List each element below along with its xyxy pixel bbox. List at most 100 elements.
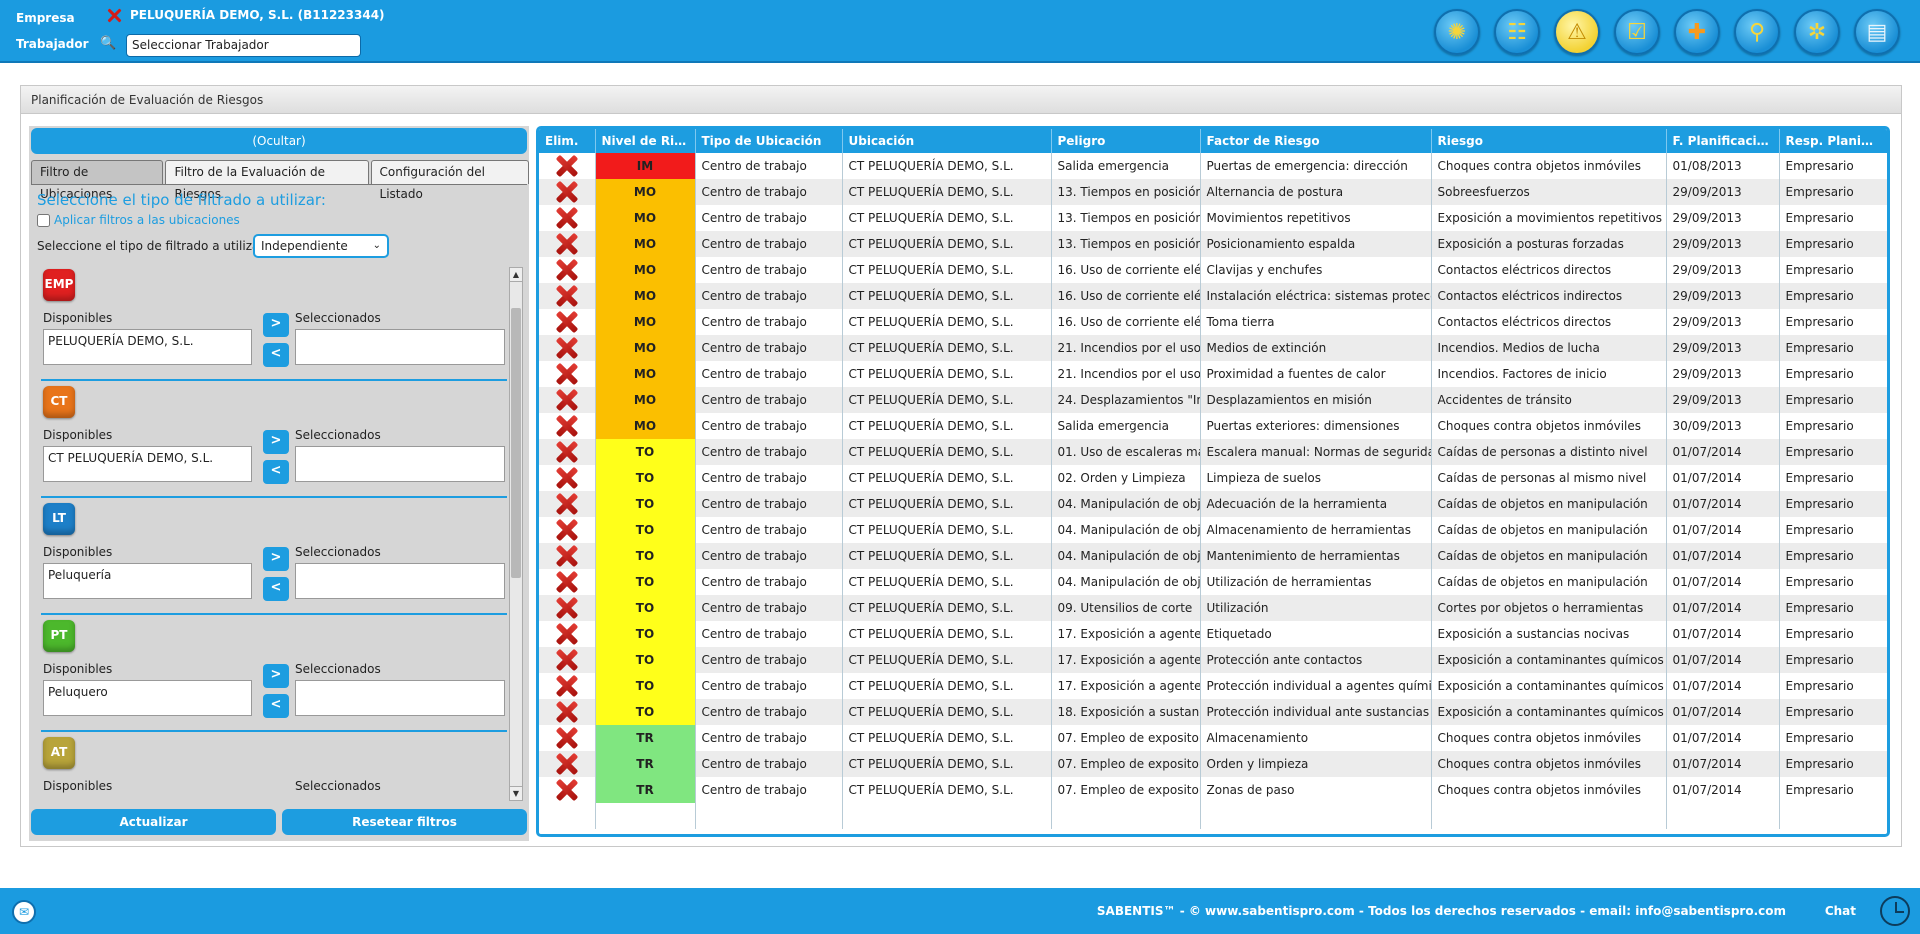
table-row[interactable]: TO Centro de trabajo CT PELUQUERÍA DEMO, S… <box>539 491 1887 517</box>
tab-evaluation-filter[interactable]: Filtro de la Evaluación de Riesgos <box>165 160 369 201</box>
table-row[interactable]: TO Centro de trabajo CT PELUQUERÍA DEMO, S… <box>539 517 1887 543</box>
table-row[interactable]: TO Centro de trabajo CT PELUQUERÍA DEMO, S… <box>539 543 1887 569</box>
scroll-thumb[interactable] <box>511 308 521 578</box>
table-row[interactable]: TO Centro de trabajo CT PELUQUERÍA DEMO, S… <box>539 569 1887 595</box>
delete-cell[interactable] <box>539 569 596 595</box>
delete-icon[interactable] <box>555 154 579 178</box>
available-list[interactable]: Peluquería <box>43 563 252 599</box>
delete-cell[interactable] <box>539 231 596 257</box>
table-row[interactable]: TR Centro de trabajo CT PELUQUERÍA DEMO, S… <box>539 725 1887 751</box>
delete-icon[interactable] <box>555 674 579 698</box>
table-row[interactable]: MO Centro de trabajo CT PELUQUERÍA DEMO, S… <box>539 387 1887 413</box>
delete-icon[interactable] <box>555 492 579 516</box>
delete-icon[interactable] <box>555 414 579 438</box>
delete-cell[interactable] <box>539 257 596 283</box>
table-row[interactable]: TR Centro de trabajo CT PELUQUERÍA DEMO, S… <box>539 751 1887 777</box>
delete-icon[interactable] <box>555 648 579 672</box>
table-row[interactable]: MO Centro de trabajo CT PELUQUERÍA DEMO, S… <box>539 231 1887 257</box>
col-location[interactable]: Ubicación <box>842 129 1052 153</box>
table-row[interactable]: MO Centro de trabajo CT PELUQUERÍA DEMO, S… <box>539 309 1887 335</box>
table-row[interactable]: IM Centro de trabajo CT PELUQUERÍA DEMO, S… <box>539 153 1887 179</box>
delete-icon[interactable] <box>555 570 579 594</box>
delete-icon[interactable] <box>555 362 579 386</box>
delete-cell[interactable] <box>539 517 596 543</box>
chat-link[interactable]: Chat <box>1825 904 1856 918</box>
delete-cell[interactable] <box>539 491 596 517</box>
delete-cell[interactable] <box>539 699 596 725</box>
table-row[interactable]: MO Centro de trabajo CT PELUQUERÍA DEMO, S… <box>539 361 1887 387</box>
delete-icon[interactable] <box>555 232 579 256</box>
col-hazard[interactable]: Peligro <box>1051 129 1201 153</box>
delete-cell[interactable] <box>539 361 596 387</box>
delete-icon[interactable] <box>555 336 579 360</box>
table-row[interactable]: TO Centro de trabajo CT PELUQUERÍA DEMO, S… <box>539 439 1887 465</box>
table-row[interactable]: TR Centro de trabajo CT PELUQUERÍA DEMO, S… <box>539 777 1887 803</box>
delete-icon[interactable] <box>555 440 579 464</box>
delete-cell[interactable] <box>539 309 596 335</box>
add-selected-button[interactable]: > <box>263 547 289 571</box>
selected-list[interactable] <box>295 446 505 482</box>
selected-list[interactable] <box>295 680 505 716</box>
table-row[interactable]: TO Centro de trabajo CT PELUQUERÍA DEMO, S… <box>539 595 1887 621</box>
table-row[interactable]: MO Centro de trabajo CT PELUQUERÍA DEMO, S… <box>539 205 1887 231</box>
delete-cell[interactable] <box>539 153 596 179</box>
warning-icon[interactable]: ⚠ <box>1554 9 1600 55</box>
filter-type-select[interactable]: Independiente ⌄ <box>253 234 389 258</box>
org-chart-icon[interactable]: ☷ <box>1494 9 1540 55</box>
remove-selected-button[interactable]: < <box>263 343 289 367</box>
filter-scrollbar[interactable]: ▲ ▼ <box>509 267 523 801</box>
delete-cell[interactable] <box>539 725 596 751</box>
search-worker-icon[interactable]: 🔍 <box>100 36 116 51</box>
delete-cell[interactable] <box>539 751 596 777</box>
table-row[interactable]: TO Centro de trabajo CT PELUQUERÍA DEMO, S… <box>539 621 1887 647</box>
delete-icon[interactable] <box>555 388 579 412</box>
reset-filters-button[interactable]: Resetear filtros <box>282 809 527 835</box>
worker-input[interactable]: Seleccionar Trabajador <box>126 34 361 57</box>
table-row[interactable]: MO Centro de trabajo CT PELUQUERÍA DEMO, S… <box>539 413 1887 439</box>
add-selected-button[interactable]: > <box>263 430 289 454</box>
table-row[interactable]: TO Centro de trabajo CT PELUQUERÍA DEMO, S… <box>539 673 1887 699</box>
table-row[interactable]: MO Centro de trabajo CT PELUQUERÍA DEMO, S… <box>539 257 1887 283</box>
add-selected-button[interactable]: > <box>263 313 289 337</box>
delete-cell[interactable] <box>539 205 596 231</box>
company-selector[interactable]: PELUQUERÍA DEMO, S.L. (B11223344) <box>106 7 385 23</box>
table-row[interactable]: TO Centro de trabajo CT PELUQUERÍA DEMO, S… <box>539 465 1887 491</box>
table-row[interactable]: TO Centro de trabajo CT PELUQUERÍA DEMO, S… <box>539 699 1887 725</box>
available-list[interactable]: PELUQUERÍA DEMO, S.L. <box>43 329 252 365</box>
remove-selected-button[interactable]: < <box>263 577 289 601</box>
delete-cell[interactable] <box>539 413 596 439</box>
col-planning-owner[interactable]: Resp. Planificac... <box>1779 129 1887 153</box>
tab-list-config[interactable]: Configuración del Listado <box>370 160 530 201</box>
delete-cell[interactable] <box>539 777 596 803</box>
delete-cell[interactable] <box>539 283 596 309</box>
selected-list[interactable] <box>295 329 505 365</box>
delete-cell[interactable] <box>539 439 596 465</box>
delete-icon[interactable] <box>555 206 579 230</box>
delete-cell[interactable] <box>539 647 596 673</box>
delete-icon[interactable] <box>555 778 579 802</box>
add-selected-button[interactable]: > <box>263 664 289 688</box>
scroll-down-icon[interactable]: ▼ <box>510 786 522 800</box>
remove-selected-button[interactable]: < <box>263 460 289 484</box>
clear-company-icon[interactable] <box>106 7 122 23</box>
delete-cell[interactable] <box>539 335 596 361</box>
apply-filters-option[interactable]: Aplicar filtros a las ubicaciones <box>37 213 240 227</box>
delete-icon[interactable] <box>555 622 579 646</box>
col-location-type[interactable]: Tipo de Ubicación <box>695 129 843 153</box>
delete-cell[interactable] <box>539 387 596 413</box>
layers-icon[interactable]: ▤ <box>1854 9 1900 55</box>
gear-icon[interactable]: ✲ <box>1794 9 1840 55</box>
table-row[interactable]: MO Centro de trabajo CT PELUQUERÍA DEMO, S… <box>539 179 1887 205</box>
delete-icon[interactable] <box>555 596 579 620</box>
checklist-icon[interactable]: ☑ <box>1614 9 1660 55</box>
add-icon[interactable]: ✚ <box>1674 9 1720 55</box>
delete-icon[interactable] <box>555 258 579 282</box>
col-elim[interactable]: Elim. <box>539 129 596 153</box>
tab-location-filter[interactable]: Filtro de Ubicaciones <box>31 160 164 201</box>
delete-icon[interactable] <box>555 466 579 490</box>
table-row[interactable]: MO Centro de trabajo CT PELUQUERÍA DEMO, S… <box>539 335 1887 361</box>
update-button[interactable]: Actualizar <box>31 809 276 835</box>
delete-icon[interactable] <box>555 726 579 750</box>
available-list[interactable]: CT PELUQUERÍA DEMO, S.L. <box>43 446 252 482</box>
selected-list[interactable] <box>295 563 505 599</box>
